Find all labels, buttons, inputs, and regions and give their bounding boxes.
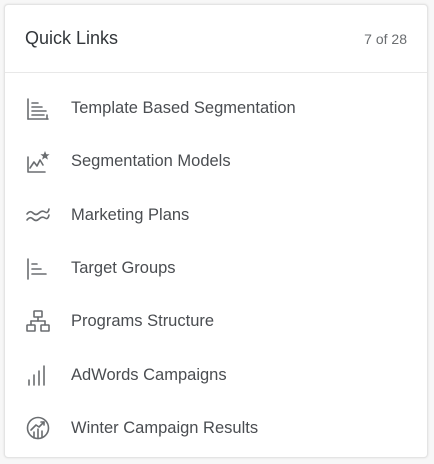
item-count: 7 of 28 [364,30,407,47]
quick-link-label: AdWords Campaigns [71,365,227,384]
horizontal-bars-icon [25,255,53,283]
quick-link-marketing-plans[interactable]: Marketing Plans [5,189,427,242]
card-title: Quick Links [25,28,119,48]
quick-link-label: Programs Structure [71,312,215,331]
quick-link-winter-campaign-results[interactable]: Winter Campaign Results [5,402,427,455]
quick-links-card: Quick Links 7 of 28 Template Based Segme… [4,4,428,458]
card-header: Quick Links 7 of 28 [5,5,427,73]
line-chart-star-icon [25,148,53,176]
trend-circle-icon [25,414,53,442]
quick-link-label: Template Based Segmentation [71,99,296,118]
quick-link-label: Marketing Plans [71,205,190,224]
quick-link-template-based-segmentation[interactable]: Template Based Segmentation [5,82,427,135]
horizontal-bar-chart-icon [25,95,53,123]
quick-links-list: Template Based Segmentation Segmentation… [5,73,427,455]
quick-link-label: Winter Campaign Results [71,418,259,437]
waves-icon [25,201,53,229]
quick-link-adwords-campaigns[interactable]: AdWords Campaigns [5,348,427,401]
quick-link-label: Target Groups [71,259,176,278]
quick-link-target-groups[interactable]: Target Groups [5,242,427,295]
quick-link-label: Segmentation Models [71,152,231,171]
vertical-bar-chart-icon [25,361,53,389]
quick-link-segmentation-models[interactable]: Segmentation Models [5,135,427,188]
quick-link-programs-structure[interactable]: Programs Structure [5,295,427,348]
org-chart-icon [25,308,53,336]
